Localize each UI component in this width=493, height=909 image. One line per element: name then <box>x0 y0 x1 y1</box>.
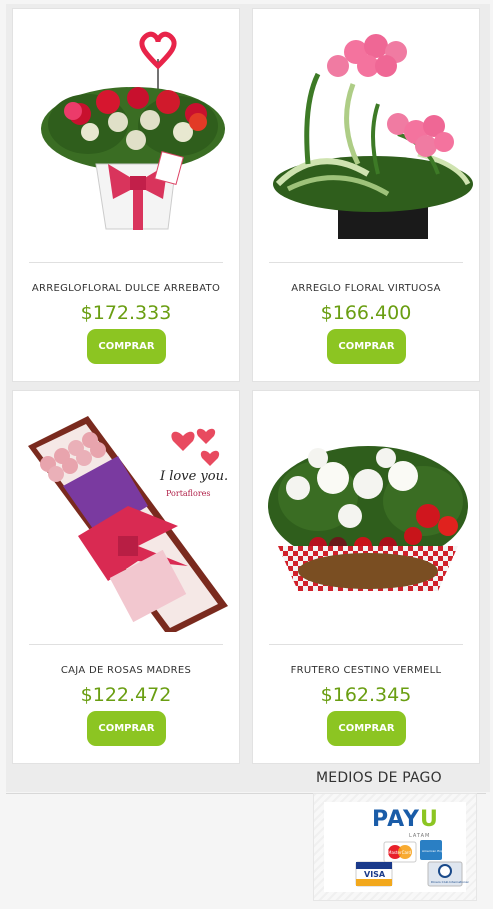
product-name[interactable]: CAJA DE ROSAS MADRES <box>13 665 239 676</box>
mastercard-label: MasterCard <box>388 850 411 855</box>
buy-button[interactable]: COMPRAR <box>327 711 406 746</box>
card-logos-icon: MasterCard American Express VISA Diners … <box>355 840 469 887</box>
payment-methods-box[interactable]: PAYU LATAM MasterCard American Express V… <box>313 793 477 901</box>
product-card: ARREGLOFLORAL DULCE ARREBATO $172.333 CO… <box>12 8 240 382</box>
product-name[interactable]: ARREGLOFLORAL DULCE ARREBATO <box>13 283 239 294</box>
rose-box-icon: I love you. Portaflores <box>28 416 228 632</box>
card-divider <box>269 644 463 645</box>
product-price: $172.333 <box>80 302 172 324</box>
visa-label: VISA <box>364 870 386 879</box>
product-image[interactable] <box>258 14 476 250</box>
product-name[interactable]: FRUTERO CESTINO VERMELL <box>253 665 479 676</box>
pink-roses-arrangement-icon <box>273 34 473 239</box>
product-image[interactable] <box>258 396 476 632</box>
payu-logo: PAYU <box>372 807 439 832</box>
card-divider <box>29 644 223 645</box>
product-card: FRUTERO CESTINO VERMELL $162.345 COMPRAR <box>252 390 480 764</box>
product-price: $166.400 <box>320 302 412 324</box>
product-image[interactable]: I love you. Portaflores <box>18 396 236 632</box>
payu-region: LATAM <box>409 833 431 839</box>
product-card: ARREGLO FLORAL VIRTUOSA $166.400 COMPRAR <box>252 8 480 382</box>
diners-label: Diners Club International <box>431 880 469 884</box>
card-divider <box>29 262 223 263</box>
product-price: $122.472 <box>80 684 172 706</box>
payment-methods-title: MEDIOS DE PAGO <box>316 770 442 786</box>
rose-box-caption: I love you. <box>159 469 228 484</box>
fruit-basket-icon <box>268 446 468 591</box>
amex-label: American Express <box>422 849 449 853</box>
buy-button[interactable]: COMPRAR <box>87 329 166 364</box>
product-card: I love you. Portaflores CAJA DE ROSAS MA… <box>12 390 240 764</box>
card-divider <box>269 262 463 263</box>
rose-box-brand: Portaflores <box>166 489 211 498</box>
product-name[interactable]: ARREGLO FLORAL VIRTUOSA <box>253 283 479 294</box>
buy-button[interactable]: COMPRAR <box>327 329 406 364</box>
product-image[interactable] <box>18 14 236 250</box>
buy-button[interactable]: COMPRAR <box>87 711 166 746</box>
product-price: $162.345 <box>320 684 412 706</box>
flower-arrangement-heart-icon <box>41 31 225 230</box>
payment-logos: PAYU LATAM MasterCard American Express V… <box>324 802 469 892</box>
